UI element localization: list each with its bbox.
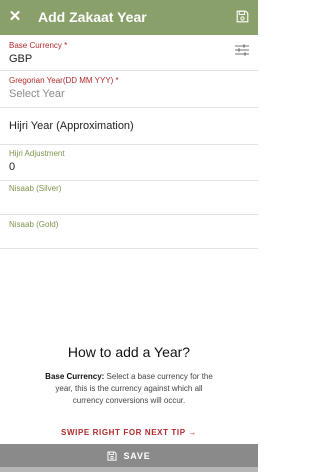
arrow-right-icon: → [188,428,197,437]
next-tip-label: SWIPE RIGHT FOR NEXT TIP [61,428,186,437]
gregorian-year-field[interactable]: Gregorian Year(DD MM YYY) * Select Year [0,71,258,108]
gregorian-year-input[interactable]: Select Year [9,88,65,101]
hijri-adjustment-field[interactable]: Hijri Adjustment 0 [0,145,258,181]
page-title: Add Zakaat Year [38,9,147,25]
next-tip-link[interactable]: SWIPE RIGHT FOR NEXT TIP → [0,427,258,439]
save-button-label: SAVE [123,450,151,461]
save-button[interactable]: SAVE [0,444,258,467]
base-currency-label: Base Currency * [9,41,68,50]
tune-icon[interactable] [235,44,249,56]
howto-lead: Base Currency: [45,372,105,381]
howto-title: How to add a Year? [67,344,191,360]
howto-text: Base Currency: Select a base currency fo… [40,371,218,407]
nisaab-silver-field[interactable]: Nisaab (Silver) [0,181,258,215]
base-currency-value[interactable]: GBP [9,53,32,66]
nisaab-gold-field[interactable]: Nisaab (Gold) [0,215,258,249]
bottom-strip [0,467,258,472]
hijri-year-field[interactable]: Hijri Year (Approximation) [0,108,258,145]
nisaab-gold-label: Nisaab (Gold) [9,220,59,229]
nisaab-silver-label: Nisaab (Silver) [9,184,62,193]
close-icon[interactable]: ✕ [8,8,22,26]
save-icon [107,450,118,461]
app-bar: ✕ Add Zakaat Year [0,0,258,35]
hijri-adjustment-value[interactable]: 0 [9,161,15,174]
save-icon[interactable] [236,10,249,23]
gregorian-year-label: Gregorian Year(DD MM YYY) * [9,76,119,85]
hijri-year-input[interactable]: Hijri Year (Approximation) [9,120,134,133]
hijri-adjustment-label: Hijri Adjustment [9,149,65,158]
base-currency-field[interactable]: Base Currency * GBP [0,35,258,71]
